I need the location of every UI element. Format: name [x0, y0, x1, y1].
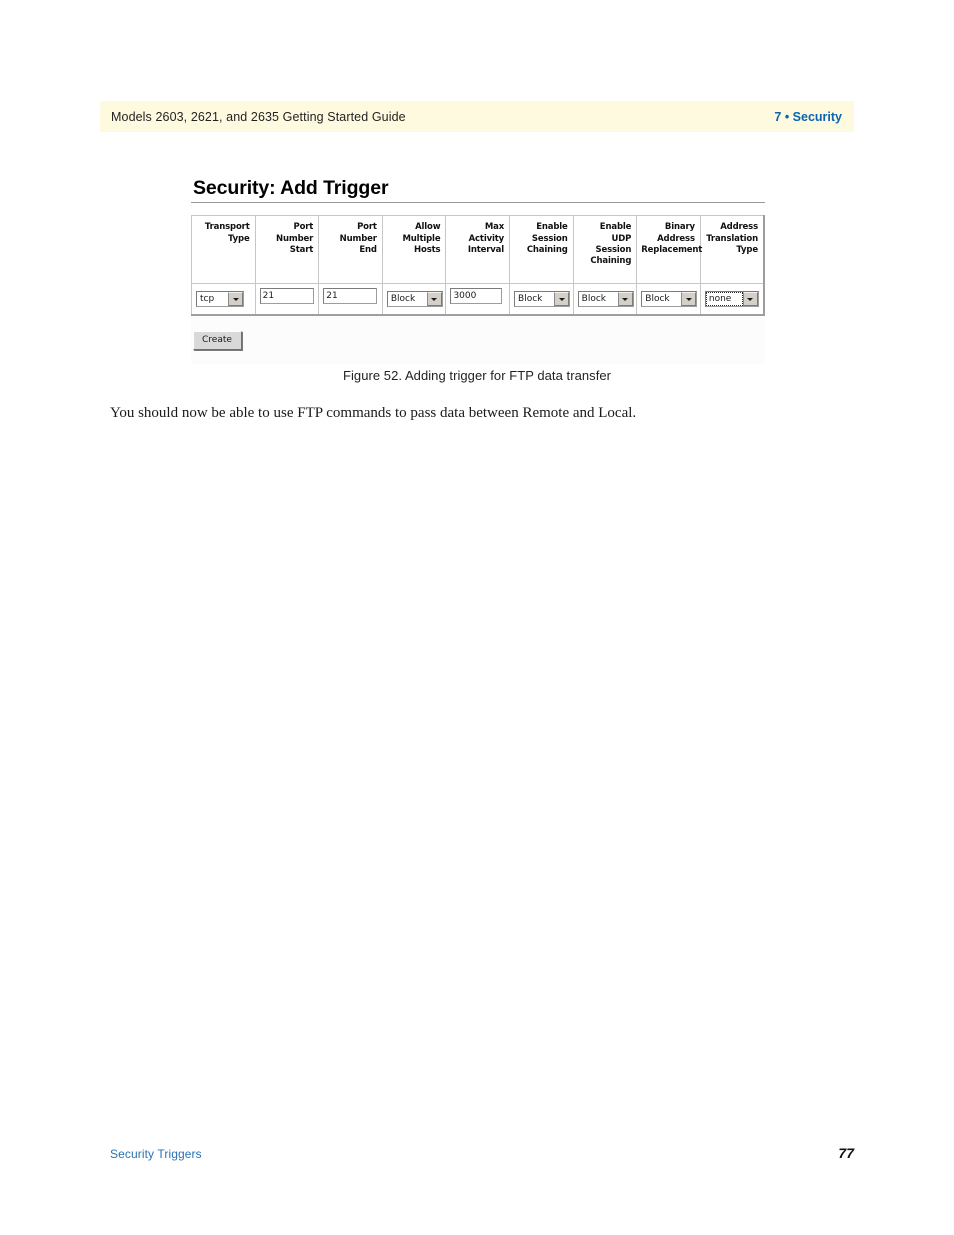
running-head-document-title: Models 2603, 2621, and 2635 Getting Star… — [111, 109, 406, 124]
running-head-banner: Models 2603, 2621, and 2635 Getting Star… — [100, 101, 854, 132]
port-number-end-input[interactable]: 21 — [323, 288, 378, 305]
cell-port-number-end: 21 — [318, 283, 383, 316]
table-row: tcp 21 21 Block 3000 Block Block Block n… — [191, 283, 765, 316]
form-actions: Create — [191, 316, 765, 365]
allow-multiple-hosts-value: Block — [390, 294, 416, 305]
binary-address-replacement-value: Block — [645, 294, 670, 305]
cell-enable-udp-session-chaining: Block — [572, 283, 638, 316]
chevron-down-icon[interactable] — [617, 292, 633, 307]
header-line: Number — [276, 233, 314, 244]
column-header-max-activity-interval: Max Activity Interval — [445, 215, 511, 285]
column-header-transport-type: Transport Type — [191, 215, 256, 285]
header-line: Activity — [468, 233, 505, 244]
chevron-down-icon[interactable] — [228, 292, 243, 307]
allow-multiple-hosts-select[interactable]: Block — [386, 291, 443, 308]
title-divider — [191, 202, 765, 204]
transport-type-select[interactable]: tcp — [196, 291, 244, 308]
header-line: Address — [657, 233, 695, 244]
chevron-down-icon[interactable] — [681, 292, 697, 307]
footer-section-label: Security Triggers — [110, 1147, 202, 1161]
column-header-port-number-start: Port Number Start — [254, 215, 320, 285]
header-line: Replacement — [641, 245, 703, 256]
header-line: Session — [595, 245, 632, 256]
enable-udp-session-chaining-select[interactable]: Block — [577, 291, 634, 308]
chevron-down-icon[interactable] — [742, 292, 758, 307]
enable-udp-session-chaining-value: Block — [581, 294, 606, 305]
header-line: Interval — [467, 245, 505, 256]
header-line: Chaining — [590, 256, 632, 267]
header-line: Multiple — [402, 233, 441, 244]
column-header-binary-address-replacement: Binary Address Replacement — [636, 215, 703, 285]
column-header-port-number-end: Port Number End — [318, 215, 383, 285]
max-activity-interval-input[interactable]: 3000 — [450, 288, 503, 305]
header-line: Start — [289, 245, 314, 256]
header-line: Binary — [664, 222, 695, 233]
chevron-down-icon[interactable] — [554, 292, 570, 307]
column-header-address-translation-type: Address Translation Type — [699, 215, 765, 285]
create-button[interactable]: Create — [193, 331, 242, 351]
column-header-enable-session-chaining: Enable Session Chaining — [509, 215, 574, 285]
cell-port-number-start: 21 — [254, 283, 320, 316]
chevron-down-icon[interactable] — [426, 292, 442, 307]
header-line: Type — [736, 245, 758, 256]
cell-address-translation-type: none — [699, 283, 765, 316]
header-line: Type — [228, 233, 250, 244]
enable-session-chaining-value: Block — [518, 294, 543, 305]
header-line: Translation — [706, 233, 758, 244]
cell-enable-session-chaining: Block — [509, 283, 574, 316]
header-line: Allow — [415, 222, 441, 233]
transport-type-value: tcp — [200, 294, 215, 305]
header-line: Session — [531, 233, 568, 244]
table-header-row: Transport Type Port Number Start Port Nu… — [191, 215, 765, 285]
figure-screenshot: Security: Add Trigger Transport Type Por… — [191, 177, 767, 365]
address-translation-type-select[interactable]: none — [704, 291, 759, 308]
body-paragraph: You should now be able to use FTP comman… — [110, 405, 637, 421]
add-trigger-form: Transport Type Port Number Start Port Nu… — [191, 215, 765, 365]
page-number: 77 — [838, 1145, 854, 1161]
header-line: Port — [357, 222, 377, 233]
column-header-allow-multiple-hosts: Allow Multiple Hosts — [381, 215, 447, 285]
enable-session-chaining-select[interactable]: Block — [514, 291, 571, 308]
cell-max-activity-interval: 3000 — [445, 283, 511, 316]
column-header-enable-udp-session-chaining: Enable UDP Session Chaining — [572, 215, 638, 285]
header-line: Enable — [536, 222, 568, 233]
header-line: Chaining — [526, 245, 568, 256]
header-line: Hosts — [414, 245, 441, 256]
trigger-table: Transport Type Port Number Start Port Nu… — [191, 215, 765, 317]
binary-address-replacement-select[interactable]: Block — [641, 291, 698, 308]
header-line: Max — [484, 222, 505, 233]
header-line: UDP — [611, 233, 632, 244]
cell-binary-address-replacement: Block — [636, 283, 701, 316]
port-number-start-input[interactable]: 21 — [259, 288, 314, 305]
header-line: Address — [720, 222, 758, 233]
header-line: Transport — [204, 222, 250, 233]
page-footer: Security Triggers 77 — [110, 1145, 854, 1161]
figure-caption: Figure 52. Adding trigger for FTP data t… — [342, 368, 612, 383]
page-title: Security: Add Trigger — [193, 177, 389, 199]
header-line: Number — [339, 233, 377, 244]
cell-allow-multiple-hosts: Block — [381, 283, 447, 316]
header-line: Enable — [599, 222, 632, 233]
header-line: End — [359, 245, 377, 256]
address-translation-type-value: none — [705, 292, 743, 307]
running-head-chapter-label: 7 • Security — [774, 109, 842, 124]
cell-transport-type: tcp — [191, 283, 256, 316]
header-line: Port — [293, 222, 314, 233]
